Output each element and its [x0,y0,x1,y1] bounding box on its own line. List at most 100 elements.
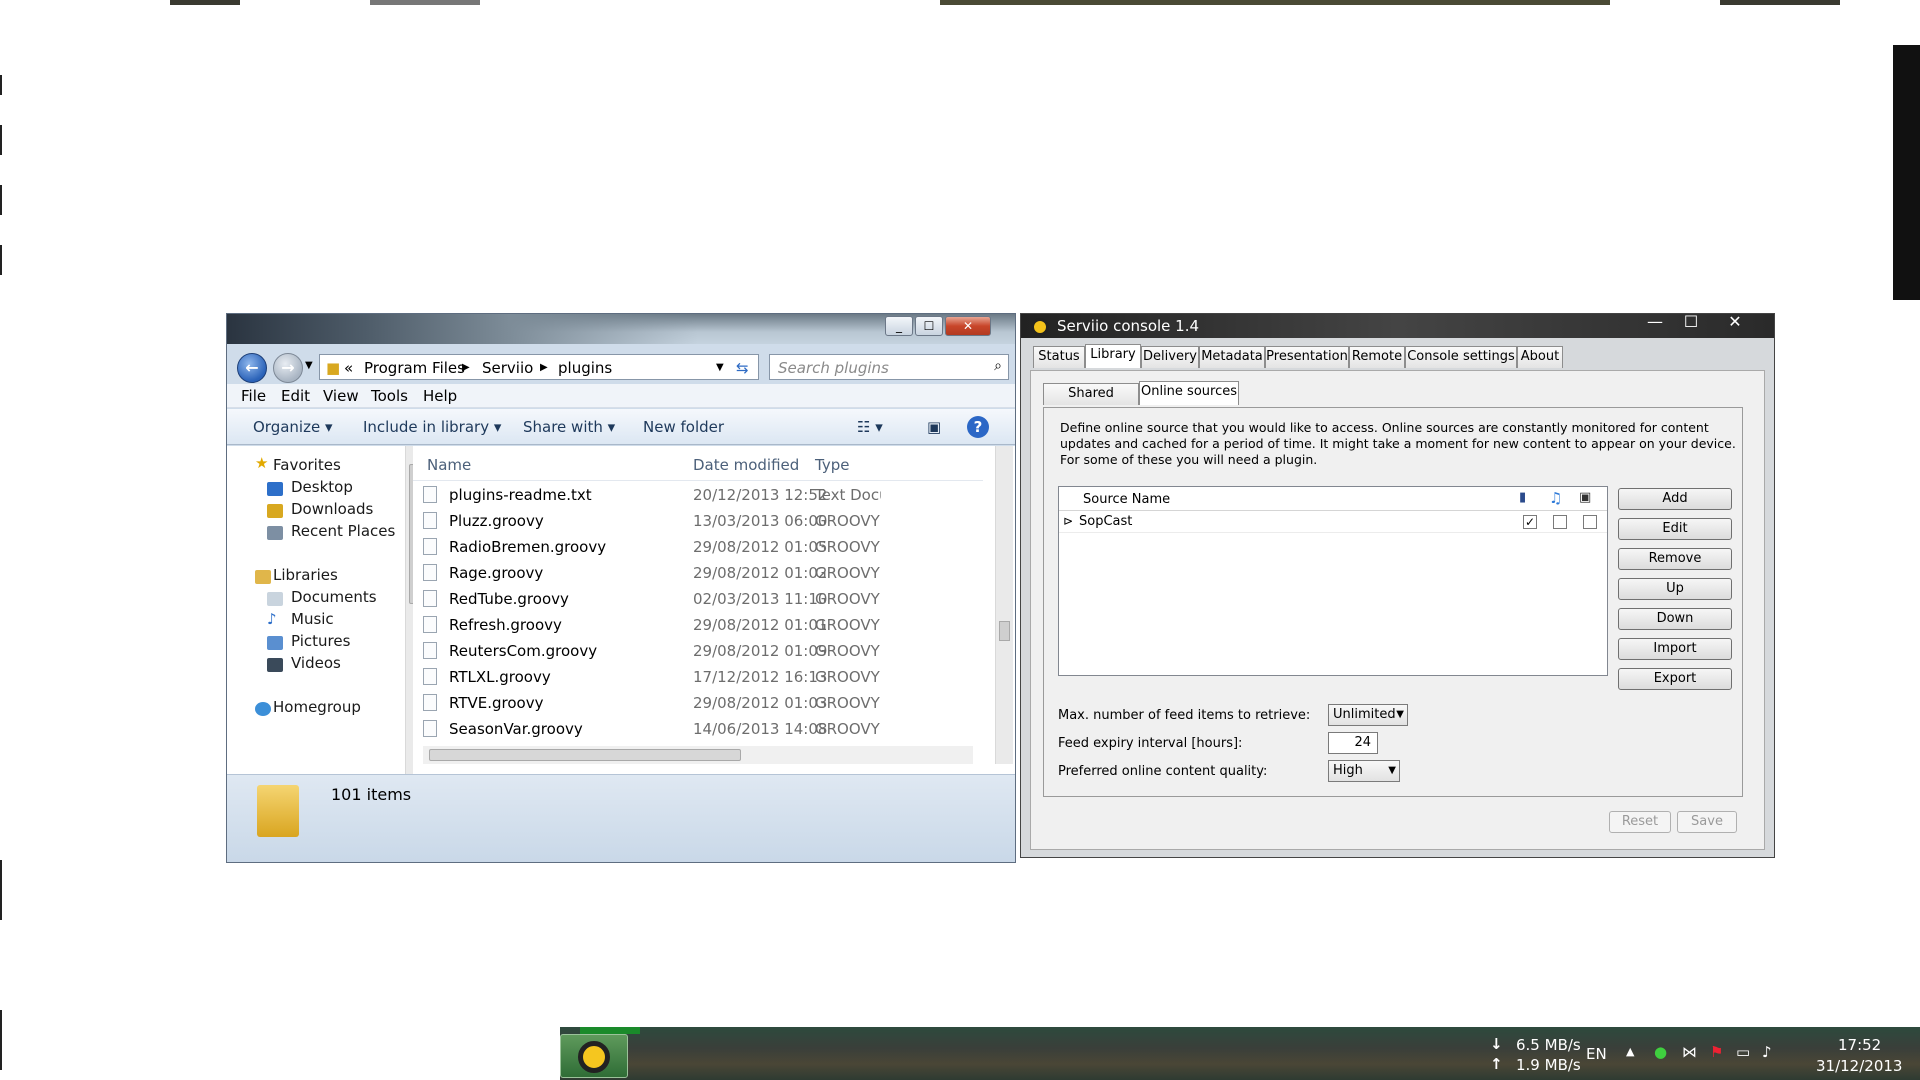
preview-pane-icon[interactable]: ▣ [927,418,941,436]
import-button[interactable]: Import [1618,638,1732,660]
tab-about[interactable]: About [1517,346,1563,368]
file-row[interactable]: plugins-readme.txt 20/12/2013 12:52 Text D… [413,482,973,508]
audio-checkbox[interactable] [1553,515,1567,529]
forward-button[interactable]: → [273,353,303,383]
down-button[interactable]: Down [1618,608,1732,630]
help-icon[interactable]: ? [967,416,989,438]
file-row[interactable]: RedTube.groovy 02/03/2013 11:10GROOVY I [413,586,973,612]
nav-downloads[interactable]: Downloads [291,500,373,518]
minimize-button[interactable]: _ [885,316,913,336]
tray-flag-icon[interactable]: ⚑ [1710,1043,1723,1061]
close-button[interactable]: ✕ [1717,314,1753,332]
tab-library[interactable]: Library [1085,344,1141,368]
explorer-window: _ ☐ ✕ ← → ▼ ■ « Program Files ▶ Serviio … [226,313,1016,863]
tab-status[interactable]: Status [1033,346,1085,368]
tab-metadata[interactable]: Metadata [1199,346,1265,368]
maximize-button[interactable]: ☐ [1673,314,1709,332]
language-indicator[interactable]: EN [1586,1045,1607,1063]
quality-select[interactable]: High ▼ [1328,760,1400,782]
edit-button[interactable]: Edit [1618,518,1732,540]
file-row[interactable]: RadioBremen.groovy 29/08/2012 01:05 GROOVY… [413,534,973,560]
clock-date[interactable]: 31/12/2013 [1816,1057,1902,1075]
menu-tools[interactable]: Tools [371,387,408,405]
search-icon[interactable]: ⌕ [994,358,1002,374]
nav-libraries[interactable]: Libraries [273,566,338,584]
breadcrumb-program-files[interactable]: Program Files [364,359,465,377]
search-input[interactable]: Search plugins ⌕ [769,354,1009,380]
nav-favorites[interactable]: Favorites [273,456,341,474]
tab-remote[interactable]: Remote [1349,346,1405,368]
file-row[interactable]: RTVE.groovy 29/08/2012 01:03GROOVY I [413,690,973,716]
address-bar[interactable]: ■ « Program Files ▶ Serviio ▶ plugins ▼ … [319,354,759,380]
address-dropdown-icon[interactable]: ▼ [716,362,724,373]
menu-edit[interactable]: Edit [281,387,310,405]
subtab-online-sources[interactable]: Online sources [1139,381,1239,405]
show-hidden-icons-icon[interactable]: ▲ [1626,1045,1634,1058]
column-source-name[interactable]: Source Name [1083,492,1170,507]
column-name[interactable]: Name [427,456,471,474]
file-list-horizontal-scrollbar[interactable] [423,746,973,764]
menu-file[interactable]: File [241,387,266,405]
max-items-label: Max. number of feed items to retrieve: [1058,708,1311,723]
network-icon[interactable]: ▭ [1736,1043,1750,1061]
file-row[interactable]: Refresh.groovy 29/08/2012 01:01GROOVY I [413,612,973,638]
view-options-icon[interactable]: ☷ ▾ [857,418,883,436]
share-with-button[interactable]: Share with ▾ [523,418,615,436]
include-in-library-button[interactable]: Include in library ▾ [363,418,501,436]
reset-button[interactable]: Reset [1609,811,1671,833]
refresh-icon[interactable]: ⇆ [736,359,749,377]
file-row[interactable]: Rage.groovy 29/08/2012 01:02GROOVY I [413,560,973,586]
column-date-modified[interactable]: Date modified [693,456,799,474]
file-date: 14/06/2013 14:08 [693,720,828,738]
tab-console-settings[interactable]: Console settings [1405,346,1517,368]
expiry-interval-input[interactable]: 24 [1328,732,1378,754]
file-row[interactable]: Pluzz.groovy 13/03/2013 06:00GROOVY I [413,508,973,534]
new-folder-button[interactable]: New folder [643,418,724,436]
video-checkbox[interactable]: ✓ [1523,515,1537,529]
serviio-logo-icon [1031,318,1049,336]
export-button[interactable]: Export [1618,668,1732,690]
tray-app-icon[interactable]: ● [1654,1043,1667,1061]
volume-icon[interactable]: ♪ [1762,1043,1772,1061]
tab-delivery[interactable]: Delivery [1141,346,1199,368]
favorites-star-icon: ★ [255,454,269,472]
nav-music[interactable]: Music [291,610,334,628]
minimize-button[interactable]: — [1637,314,1673,332]
file-row[interactable]: SeasonVar.groovy 14/06/2013 14:08GROOVY I [413,716,973,742]
up-button[interactable]: Up [1618,578,1732,600]
breadcrumb-serviio[interactable]: Serviio [482,359,533,377]
breadcrumb-plugins[interactable]: plugins [558,359,612,377]
recent-pages-chevron-icon[interactable]: ▼ [305,360,313,371]
folder-large-icon [257,785,299,837]
image-checkbox[interactable] [1583,515,1597,529]
add-button[interactable]: Add [1618,488,1732,510]
tray-network-app-icon[interactable]: ⋈ [1682,1043,1697,1061]
file-row[interactable]: RTLXL.groovy 17/12/2012 16:13GROOVY I [413,664,973,690]
online-sources-table[interactable]: Source Name ▮ ♫ ▣ ⊳ SopCast ✓ [1058,486,1608,676]
table-row[interactable]: ⊳ SopCast ✓ [1059,511,1607,533]
source-name: SopCast [1079,514,1133,529]
organize-button[interactable]: Organize ▾ [253,418,333,436]
nav-documents[interactable]: Documents [291,588,377,606]
nav-homegroup[interactable]: Homegroup [273,698,361,716]
column-type[interactable]: Type [815,456,849,474]
maximize-button[interactable]: ☐ [915,316,943,336]
nav-desktop[interactable]: Desktop [291,478,353,496]
serviio-taskbar-button[interactable] [560,1034,628,1078]
file-row[interactable]: ReutersCom.groovy 29/08/2012 01:09 GROOVY … [413,638,973,664]
nav-videos[interactable]: Videos [291,654,341,672]
max-items-select[interactable]: Unlimited ▼ [1328,704,1408,726]
close-button[interactable]: ✕ [945,316,991,336]
nav-recent-places[interactable]: Recent Places [291,522,395,540]
clock-time[interactable]: 17:52 [1838,1036,1881,1054]
back-button[interactable]: ← [237,353,267,383]
nav-pictures[interactable]: Pictures [291,632,350,650]
menu-help[interactable]: Help [423,387,457,405]
address-root-chevron[interactable]: « [344,359,353,377]
subtab-shared-folders[interactable]: Shared folders [1043,383,1139,421]
file-list-vertical-scrollbar[interactable] [995,446,1013,764]
remove-button[interactable]: Remove [1618,548,1732,570]
menu-view[interactable]: View [323,387,359,405]
tab-presentation[interactable]: Presentation [1265,346,1349,368]
save-button[interactable]: Save [1677,811,1737,833]
